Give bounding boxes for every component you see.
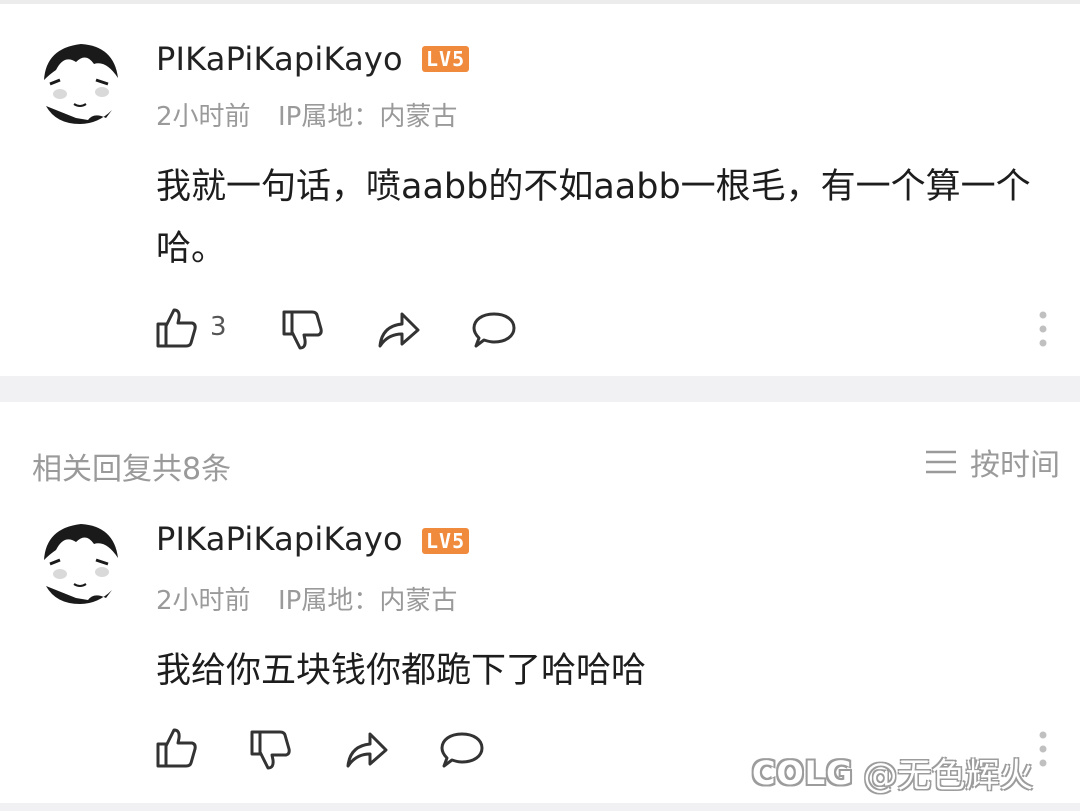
thumbs-up-icon[interactable]	[154, 726, 198, 770]
watermark: COLG @无色辉火	[752, 748, 1033, 797]
username[interactable]: PIKaPiKapiKayo	[156, 520, 403, 558]
share-icon[interactable]	[376, 308, 420, 352]
section-divider	[0, 376, 1080, 402]
bottom-divider	[0, 803, 1080, 811]
user-avatar[interactable]	[36, 40, 122, 126]
more-vertical-icon[interactable]	[1038, 730, 1048, 768]
sort-label: 按时间	[970, 448, 1060, 483]
user-avatar[interactable]	[36, 520, 122, 606]
related-replies-title: 相关回复共8条	[32, 452, 232, 487]
more-vertical-icon[interactable]	[1038, 310, 1048, 348]
ip-location: IP属地：内蒙古	[278, 586, 458, 616]
username[interactable]: PIKaPiKapiKayo	[156, 40, 403, 78]
reply-time: 2小时前	[156, 586, 251, 616]
watermark-text: @无色辉火	[863, 756, 1034, 796]
like-count: 3	[210, 312, 227, 342]
thumbs-down-icon[interactable]	[248, 728, 292, 772]
comment-icon[interactable]	[440, 728, 484, 772]
top-divider	[0, 0, 1080, 4]
comment-icon[interactable]	[472, 308, 516, 352]
sort-list-icon	[926, 450, 956, 474]
level-badge: LV5	[422, 528, 470, 554]
comment-time: 2小时前	[156, 102, 251, 132]
thumbs-down-icon[interactable]	[280, 308, 324, 352]
ip-location: IP属地：内蒙古	[278, 102, 458, 132]
watermark-logo: COLG	[752, 753, 854, 792]
level-badge: LV5	[422, 46, 470, 72]
reply-text: 我给你五块钱你都跪下了哈哈哈	[156, 651, 647, 691]
share-icon[interactable]	[344, 728, 388, 772]
thumbs-up-icon[interactable]	[154, 306, 198, 350]
comment-text: 我就一句话，喷aabb的不如aabb一根毛，有一个算一个哈。	[156, 167, 1031, 269]
sort-by-time-button[interactable]: 按时间	[924, 442, 1060, 483]
